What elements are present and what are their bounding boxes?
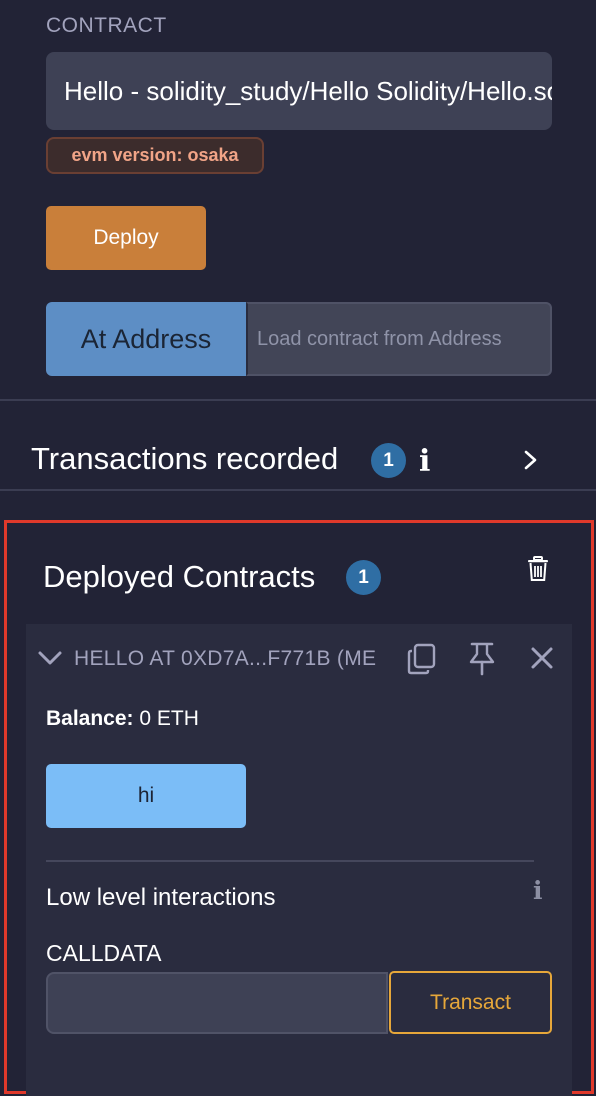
chevron-down-icon[interactable] [37,648,63,668]
divider [0,399,596,401]
chevron-right-icon[interactable] [520,450,540,470]
info-icon[interactable]: i [419,444,430,479]
contract-label: CONTRACT [46,14,167,37]
deploy-button[interactable]: Deploy [46,206,206,270]
run-transactions-panel: CONTRACT Hello - solidity_study/Hello So… [0,0,596,1096]
at-address-button[interactable]: At Address [46,302,246,376]
balance-text: Balance: 0 ETH [46,707,199,731]
balance-value: 0 ETH [133,707,199,730]
low-level-interactions-title: Low level interactions [46,884,276,911]
transact-button[interactable]: Transact [389,971,552,1034]
close-icon[interactable] [530,646,554,670]
deployed-count-badge: 1 [346,560,381,595]
balance-label: Balance: [46,707,134,730]
divider [0,489,596,491]
divider [46,860,534,862]
evm-version-badge: evm version: osaka [46,137,264,174]
load-address-input[interactable]: Load contract from Address [246,302,552,376]
function-hi-button[interactable]: hi [46,764,246,828]
transactions-count-badge: 1 [371,443,406,478]
deployed-contracts-title: Deployed Contracts [43,559,316,594]
calldata-input[interactable] [46,972,388,1034]
trash-icon[interactable] [527,556,549,582]
transactions-recorded-title[interactable]: Transactions recorded [31,441,338,477]
pin-icon[interactable] [468,642,496,676]
info-icon[interactable]: i [533,876,543,905]
contract-select[interactable]: Hello - solidity_study/Hello Solidity/He… [46,52,552,130]
contract-instance-name[interactable]: HELLO AT 0XD7A...F771B (ME [74,645,384,673]
copy-icon[interactable] [407,643,437,675]
calldata-label: CALLDATA [46,940,162,966]
